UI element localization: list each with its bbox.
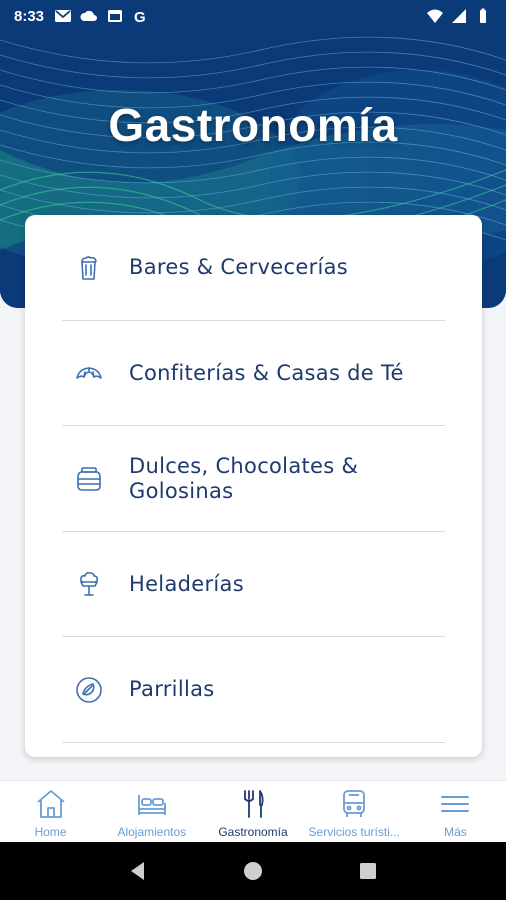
status-bar: 8:33 G xyxy=(0,0,506,32)
signal-icon xyxy=(452,9,466,23)
category-item-parrillas[interactable]: Parrillas xyxy=(25,637,482,743)
category-item-dulces-chocolates-golosinas[interactable]: Dulces, Chocolates & Golosinas xyxy=(25,426,482,532)
category-label: Parrillas xyxy=(129,677,215,702)
home-icon xyxy=(37,790,65,818)
ice-cream-icon xyxy=(79,572,98,597)
category-item-heladerias[interactable]: Heladerías xyxy=(25,532,482,638)
nav-alojamientos[interactable]: Alojamientos xyxy=(101,781,202,842)
back-icon[interactable] xyxy=(126,859,150,883)
category-list-card: Bares & Cervecerías Confiterías & Casas … xyxy=(25,215,482,757)
bus-icon xyxy=(343,790,366,817)
nav-label: Gastronomía xyxy=(218,825,288,839)
nav-home[interactable]: Home xyxy=(0,781,101,842)
bed-icon xyxy=(137,795,166,815)
nav-label: Home xyxy=(34,825,67,839)
grill-icon xyxy=(76,676,102,703)
category-item-bares-cervecerias[interactable]: Bares & Cervecerías xyxy=(25,215,482,321)
nav-gastronomia[interactable]: Gastronomía xyxy=(202,781,303,842)
nav-mas[interactable]: Más xyxy=(405,781,506,842)
home-button-icon[interactable] xyxy=(241,859,265,883)
nav-label: Alojamientos xyxy=(117,825,187,839)
gmail-icon xyxy=(55,10,72,22)
svg-text:G: G xyxy=(134,9,146,24)
fork-knife-icon xyxy=(244,790,264,818)
category-label: Dulces, Chocolates & Golosinas xyxy=(129,453,359,503)
category-item-confiterias-casas-de-te[interactable]: Confiterías & Casas de Té xyxy=(25,321,482,427)
nav-label: Más xyxy=(444,825,467,839)
calendar-icon xyxy=(108,10,123,22)
google-icon: G xyxy=(134,9,146,24)
status-time: 8:33 xyxy=(14,7,45,25)
croissant-icon xyxy=(76,367,102,380)
menu-icon xyxy=(441,796,470,812)
category-label: Confiterías & Casas de Té xyxy=(129,360,404,385)
cloud-icon xyxy=(80,10,98,21)
recents-icon[interactable] xyxy=(356,859,380,883)
category-label: Heladerías xyxy=(129,571,244,596)
wifi-icon xyxy=(427,9,443,23)
android-navigation-bar xyxy=(0,842,506,900)
page-title: Gastronomía xyxy=(108,99,398,151)
bottom-navigation: Home Alojamientos Gastronomía Servicios … xyxy=(0,780,506,842)
nav-servicios-turisticos[interactable]: Servicios turísti... xyxy=(304,781,405,842)
nav-label: Servicios turísti... xyxy=(308,825,400,839)
jar-icon xyxy=(77,466,101,491)
category-label: Bares & Cervecerías xyxy=(129,255,349,280)
beer-mug-icon xyxy=(81,255,97,280)
battery-icon xyxy=(480,8,486,23)
